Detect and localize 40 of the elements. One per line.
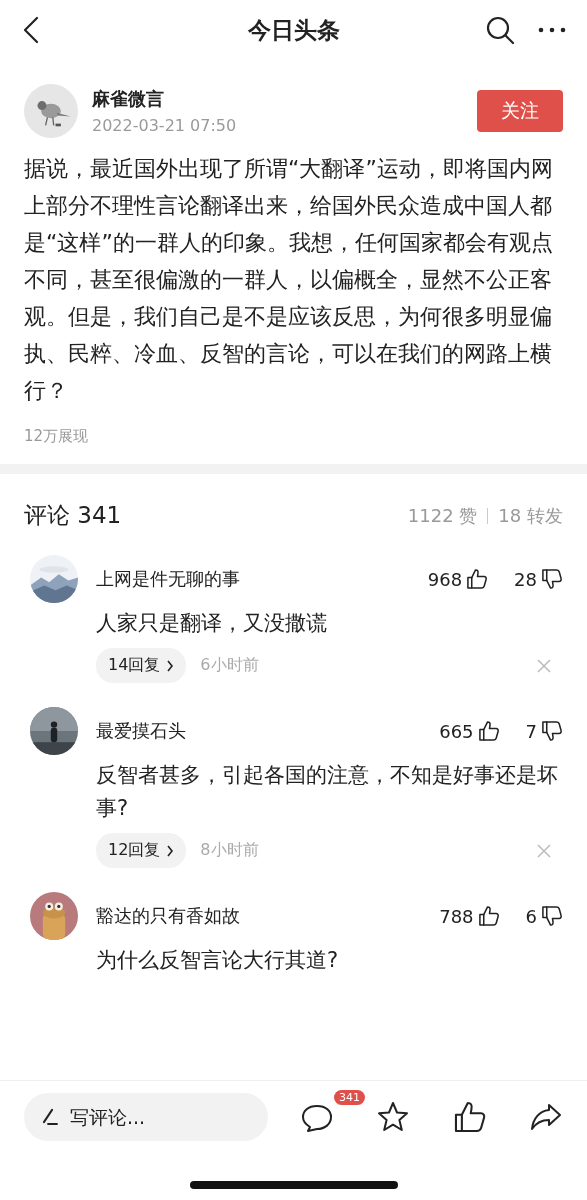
post-date: 2022-03-21 07:50 [92, 116, 238, 135]
comment-count-badge: 341 [334, 1090, 365, 1105]
thumbs-up-icon[interactable] [477, 720, 500, 742]
page-title: 今日头条 [247, 15, 340, 45]
pen-icon [40, 1107, 60, 1127]
like-count: 968 [427, 568, 463, 590]
thumbs-down-icon[interactable] [541, 905, 563, 927]
author-name: 麻雀微言 [92, 87, 165, 111]
comment-input[interactable]: 写评论... [68, 1105, 252, 1129]
thumbs-down-icon[interactable] [541, 568, 563, 590]
dislike-count: 7 [525, 720, 537, 742]
commenter-name: 豁达的只有香如故 [96, 904, 241, 928]
commenter-name: 最爱摸石头 [96, 719, 187, 743]
like-count: 1122 赞 [407, 503, 478, 528]
dislike-count: 28 [514, 568, 537, 590]
comments-title: 评论 341 [24, 501, 122, 530]
comment-text: 反智者甚多，引起各国的注意，不知是好事还是坏事? [96, 762, 559, 822]
thumbs-up-icon[interactable] [466, 568, 489, 590]
replies-button[interactable]: 12回复 [96, 833, 187, 868]
post-text: 据说，最近国外出现了所谓“大翻译”运动，即将国内网上部分不理性言论翻译出来，给国外民众造成中国人都是“这样”的一群人的印象。我想，任何国家都会有观点不同，甚至很偏激的一群人，以偏概全，显然不公正客观。但是，我们自己是不是应该反思，为何很多明显偏执、民粹、冷血、反智的言论，可以在我们的网路上横行？ [24, 155, 554, 405]
dislike-count: 6 [525, 905, 537, 927]
thumbs-up-icon[interactable] [452, 1100, 487, 1134]
thumbs-up-icon[interactable] [477, 905, 500, 927]
comment-time: 6小时前 [200, 655, 260, 676]
commenter-name: 上网是件无聊的事 [96, 567, 241, 591]
like-count: 788 [439, 905, 474, 927]
search-icon[interactable] [485, 15, 515, 45]
star-icon[interactable] [376, 1100, 411, 1134]
comment-field[interactable]: 写评论... [24, 1093, 268, 1141]
comment-text: 人家只是翻译，又没撒谎 [96, 610, 328, 637]
view-count: 12万展现 [24, 427, 90, 446]
comment-text: 为什么反智言论大行其道? [96, 947, 340, 974]
replies-button[interactable]: 14回复 [96, 648, 187, 683]
chevron-right-icon [166, 844, 175, 857]
comment-time: 8小时前 [200, 840, 260, 861]
share-count: 18 转发 [498, 503, 563, 528]
follow-button[interactable]: 关注 [477, 90, 563, 132]
chevron-right-icon [166, 659, 175, 672]
like-count: 665 [439, 720, 474, 742]
thumbs-down-icon[interactable] [541, 720, 563, 742]
